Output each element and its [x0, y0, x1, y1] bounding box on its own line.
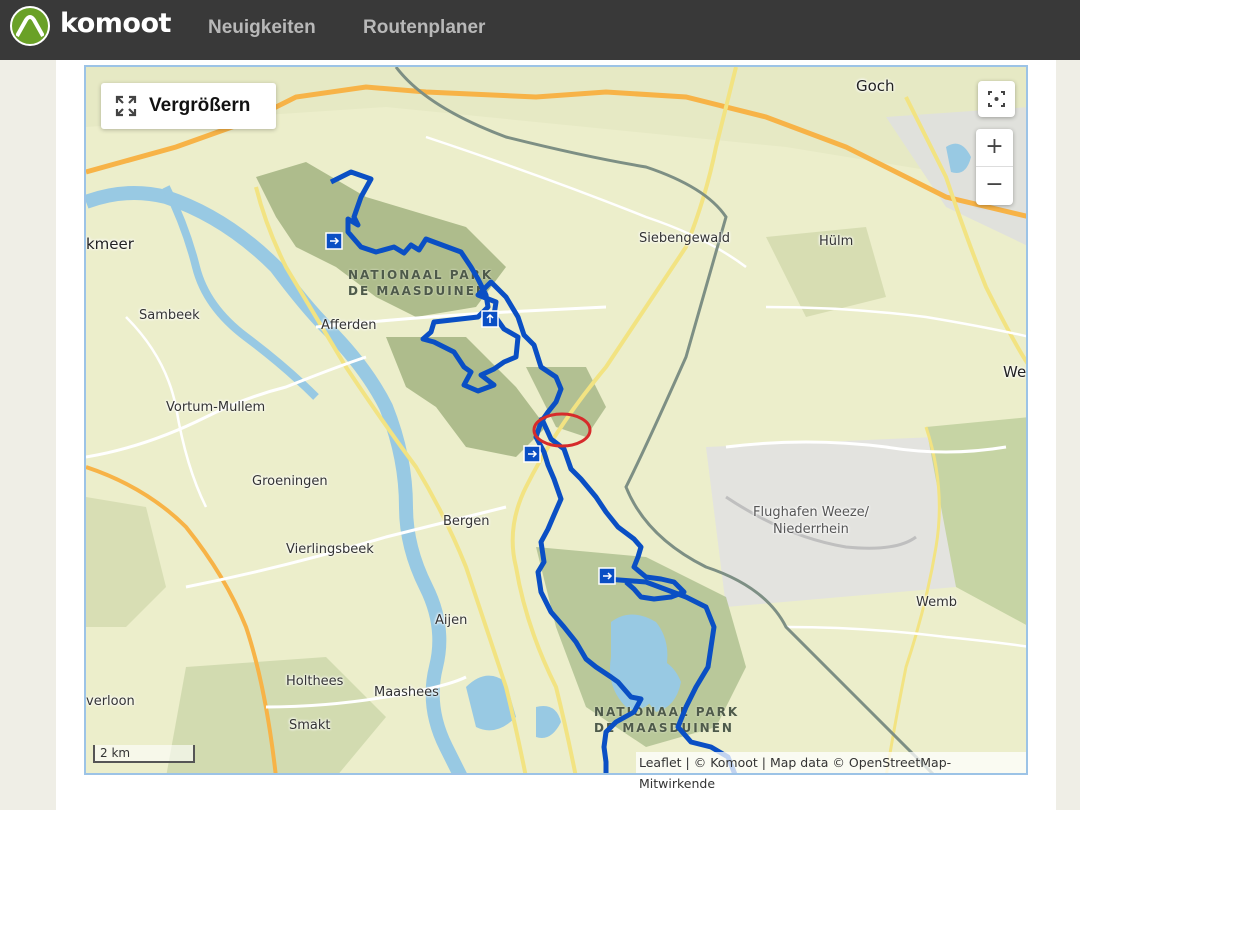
komoot-logo-icon[interactable] — [10, 6, 50, 46]
zoom-out-button[interactable]: − — [976, 167, 1013, 204]
enlarge-label: Vergrößern — [149, 95, 251, 116]
nav-news[interactable]: Neuigkeiten — [208, 17, 316, 39]
map-view[interactable]: Goch kmeer Siebengewald Hülm Sambeek Aff… — [84, 65, 1028, 775]
top-navigation-bar: komoot Neuigkeiten Routenplaner — [0, 0, 1080, 60]
zoom-in-button[interactable]: + — [976, 129, 1013, 167]
expand-icon — [115, 95, 137, 117]
map-attribution[interactable]: Leaflet | © Komoot | Map data © OpenStre… — [636, 752, 1026, 791]
zoom-control: + − — [976, 129, 1013, 205]
brand-name[interactable]: komoot — [60, 8, 171, 39]
enlarge-map-button[interactable]: Vergrößern — [101, 83, 276, 129]
scale-bar: 2 km — [93, 745, 195, 763]
route-overlay — [325, 169, 738, 773]
nav-route-planner[interactable]: Routenplaner — [363, 17, 485, 39]
fit-bounds-icon[interactable] — [978, 81, 1015, 117]
